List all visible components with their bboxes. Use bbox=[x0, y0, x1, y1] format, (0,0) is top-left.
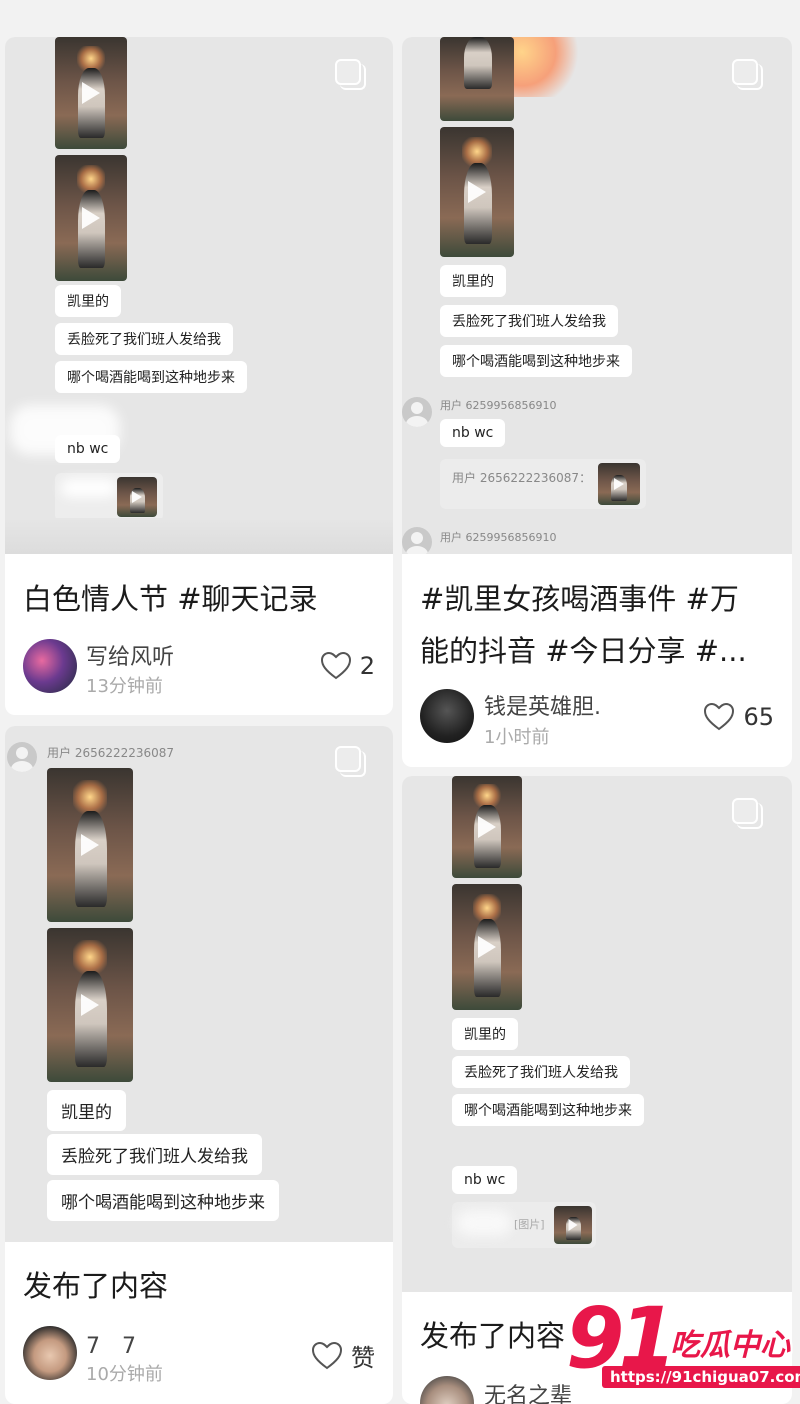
avatar[interactable] bbox=[420, 1376, 474, 1404]
play-icon bbox=[478, 816, 496, 838]
chat-bubble: 凯里的 bbox=[47, 1090, 126, 1131]
chat-bubble: nb wc bbox=[440, 419, 506, 447]
video-thumbnail bbox=[598, 463, 640, 505]
multi-image-icon bbox=[335, 746, 366, 777]
video-thumbnail bbox=[55, 155, 127, 281]
username[interactable]: 写给风听 bbox=[86, 639, 174, 671]
sender-name: 用户 6259956856910 bbox=[440, 531, 557, 544]
post-title[interactable]: 发布了内容 bbox=[420, 1310, 565, 1362]
play-icon bbox=[81, 834, 99, 856]
post-card[interactable]: 用户 2656222236087 凯里的 丢脸死了我们班人发给我 哪个喝酒能喝到… bbox=[5, 726, 393, 1404]
avatar[interactable] bbox=[420, 689, 474, 743]
multi-image-icon bbox=[335, 59, 366, 90]
post-time: 10分钟前 bbox=[86, 1364, 163, 1385]
like-label: 赞 bbox=[351, 1344, 375, 1372]
sender-avatar bbox=[402, 527, 432, 554]
multi-image-icon bbox=[732, 798, 763, 829]
play-icon bbox=[82, 207, 100, 229]
avatar[interactable] bbox=[23, 639, 77, 693]
heart-icon bbox=[311, 1341, 343, 1369]
watermark-logo: 91 吃瓜中心 https://91chigua07.com bbox=[566, 1292, 800, 1400]
chat-bubble: 哪个喝酒能喝到这种地步来 bbox=[55, 361, 247, 393]
chat-bubble: 哪个喝酒能喝到这种地步来 bbox=[47, 1180, 279, 1221]
post-card[interactable]: 凯里的 丢脸死了我们班人发给我 哪个喝酒能喝到这种地步来 用户 62599568… bbox=[402, 37, 792, 767]
chat-bubble: 哪个喝酒能喝到这种地步来 bbox=[440, 345, 632, 377]
multi-image-icon bbox=[732, 59, 763, 90]
chat-bubble: 丢脸死了我们班人发给我 bbox=[55, 323, 233, 355]
chat-bubble: 丢脸死了我们班人发给我 bbox=[452, 1056, 630, 1088]
sender-avatar bbox=[402, 397, 432, 427]
username[interactable]: 钱是英雄胆. bbox=[484, 689, 601, 721]
like-button[interactable]: 2 bbox=[320, 651, 375, 681]
quote-bubble: 用户 2656222236087： bbox=[440, 459, 646, 509]
quote-text: [图片] bbox=[514, 1218, 545, 1231]
video-thumbnail bbox=[440, 37, 514, 121]
chat-bubble: 凯里的 bbox=[55, 285, 121, 317]
post-preview-image[interactable]: 凯里的 丢脸死了我们班人发给我 哪个喝酒能喝到这种地步来 nb wc bbox=[5, 37, 393, 554]
sender-avatar bbox=[7, 742, 37, 772]
post-title[interactable]: #凯里女孩喝酒事件 #万 bbox=[420, 573, 739, 625]
video-thumbnail bbox=[440, 127, 514, 257]
play-icon bbox=[81, 994, 99, 1016]
watermark-url: https://91chigua07.com bbox=[602, 1366, 800, 1388]
chat-bubble: 丢脸死了我们班人发给我 bbox=[47, 1134, 262, 1175]
post-preview-image[interactable]: 凯里的 丢脸死了我们班人发给我 哪个喝酒能喝到这种地步来 用户 62599568… bbox=[402, 37, 792, 554]
chat-bubble: 哪个喝酒能喝到这种地步来 bbox=[452, 1094, 644, 1126]
quote-bubble bbox=[55, 473, 163, 521]
like-button[interactable]: 赞 bbox=[311, 1338, 375, 1373]
username[interactable]: 7 7 bbox=[86, 1328, 136, 1360]
post-card[interactable]: 凯里的 丢脸死了我们班人发给我 哪个喝酒能喝到这种地步来 nb wc 白色情人节… bbox=[5, 37, 393, 715]
post-time: 13分钟前 bbox=[86, 676, 163, 697]
quote-text: 用户 2656222236087： bbox=[452, 471, 592, 485]
username[interactable]: 无名之辈 bbox=[484, 1378, 572, 1404]
video-thumbnail bbox=[452, 884, 522, 1010]
play-icon bbox=[468, 181, 486, 203]
video-thumbnail bbox=[47, 768, 133, 922]
watermark-brand: 吃瓜中心 bbox=[670, 1328, 790, 1363]
play-icon bbox=[478, 936, 496, 958]
video-thumbnail bbox=[47, 928, 133, 1082]
sender-name: 用户 2656222236087 bbox=[47, 746, 175, 760]
post-preview-image[interactable]: 凯里的 丢脸死了我们班人发给我 哪个喝酒能喝到这种地步来 nb wc [图片] bbox=[402, 776, 792, 1292]
chat-bubble: 凯里的 bbox=[440, 265, 506, 297]
chat-bubble: 丢脸死了我们班人发给我 bbox=[440, 305, 618, 337]
video-thumbnail bbox=[117, 477, 157, 517]
video-thumbnail bbox=[55, 37, 127, 149]
post-time: 1小时前 bbox=[484, 727, 550, 748]
sender-name: 用户 6259956856910 bbox=[440, 399, 557, 412]
quote-bubble: [图片] bbox=[452, 1202, 596, 1248]
play-icon bbox=[82, 82, 100, 104]
video-thumbnail bbox=[554, 1206, 592, 1244]
video-thumbnail bbox=[452, 776, 522, 878]
like-button[interactable]: 65 bbox=[703, 702, 774, 732]
post-title[interactable]: 能的抖音 #今日分享 #... bbox=[420, 625, 747, 677]
chat-bubble: nb wc bbox=[55, 435, 121, 463]
post-preview-image[interactable]: 用户 2656222236087 凯里的 丢脸死了我们班人发给我 哪个喝酒能喝到… bbox=[5, 726, 393, 1242]
heart-icon bbox=[320, 651, 351, 680]
post-title[interactable]: 白色情人节 #聊天记录 bbox=[23, 573, 318, 625]
like-count: 65 bbox=[743, 703, 774, 731]
like-count: 2 bbox=[359, 652, 375, 680]
post-title[interactable]: 发布了内容 bbox=[23, 1260, 168, 1312]
chat-bubble: 凯里的 bbox=[452, 1018, 518, 1050]
chat-bubble: nb wc bbox=[452, 1166, 518, 1194]
avatar[interactable] bbox=[23, 1326, 77, 1380]
heart-icon bbox=[704, 702, 735, 731]
